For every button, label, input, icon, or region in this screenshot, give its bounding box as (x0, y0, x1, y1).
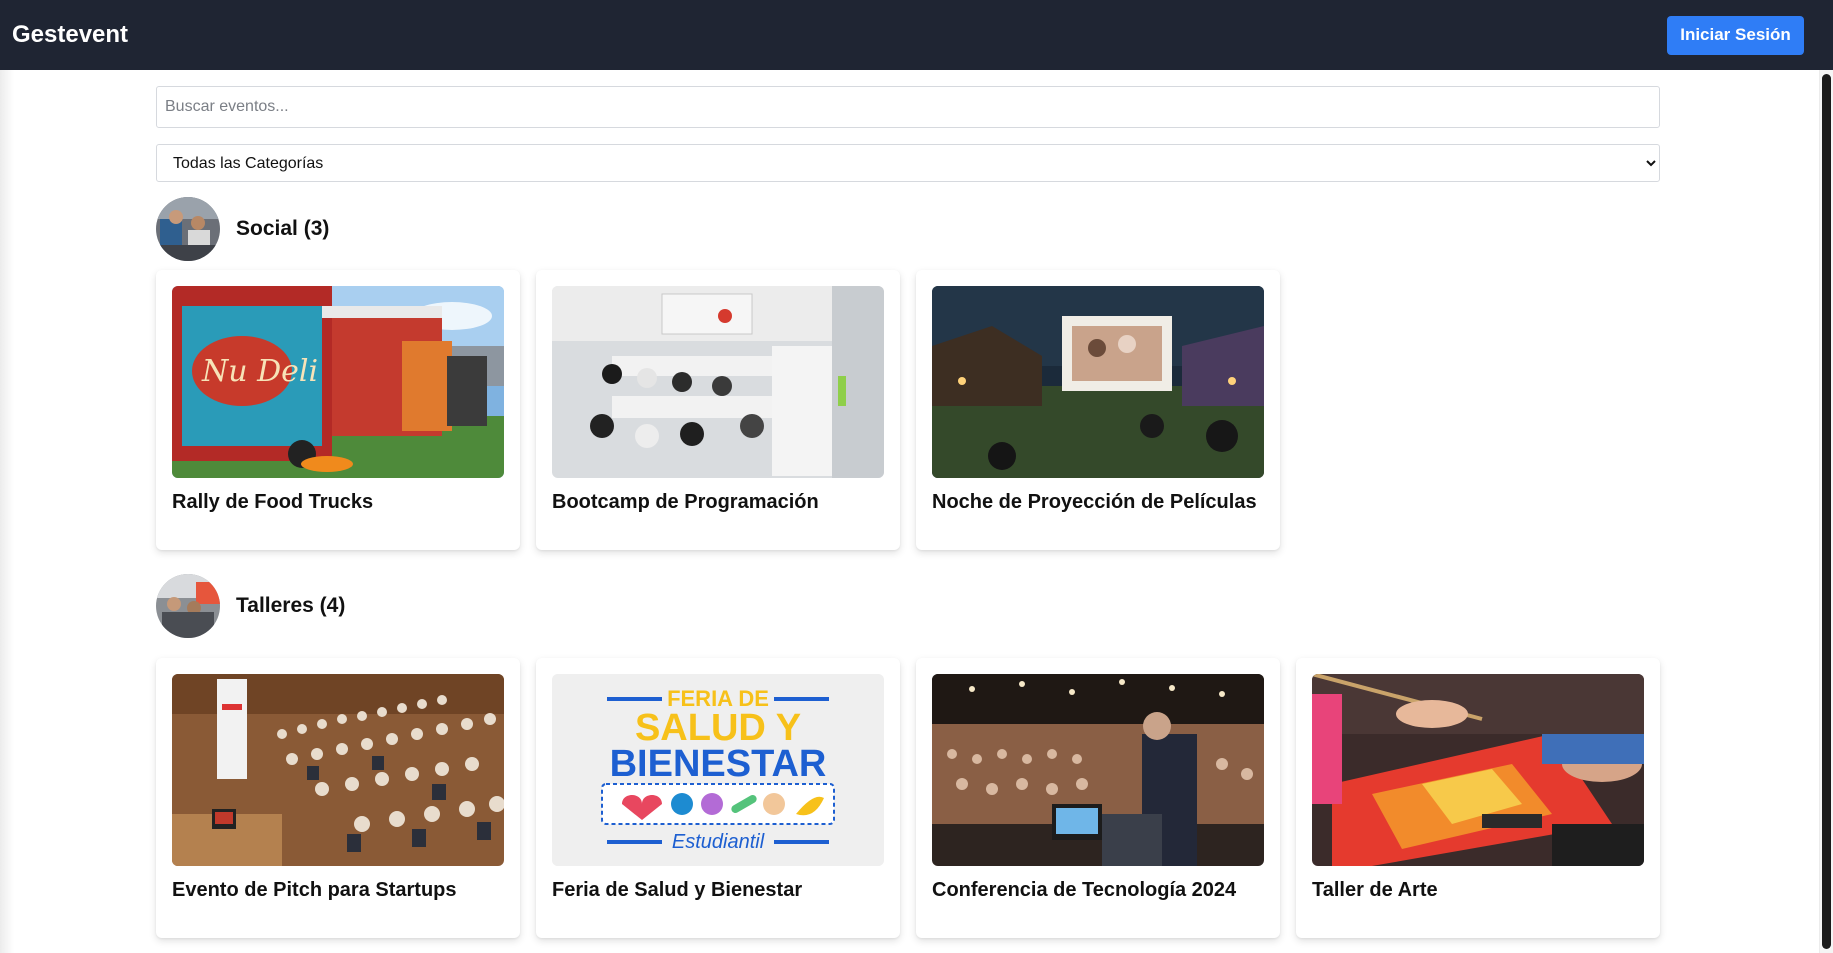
category-title: Talleres (4) (236, 594, 346, 617)
search-input[interactable] (156, 86, 1660, 128)
event-card[interactable]: Noche de Proyección de Películas (916, 270, 1280, 550)
event-card[interactable]: Evento de Pitch para Startups (156, 658, 520, 938)
category-select[interactable]: Todas las Categorías (156, 144, 1660, 182)
event-card[interactable]: Nu Deli Rally de Food Trucks (156, 270, 520, 550)
category-title: Social (3) (236, 217, 330, 240)
conference-image (932, 674, 1264, 866)
food-truck-image: Nu Deli (172, 286, 504, 478)
main-content: Todas las Categorías Social (3) (156, 86, 1660, 938)
category-avatar (156, 197, 220, 261)
event-card[interactable]: Conferencia de Tecnología 2024 (916, 658, 1280, 938)
svg-text:Nu Deli: Nu Deli (201, 354, 318, 389)
event-title: Conferencia de Tecnología 2024 (932, 879, 1237, 901)
poster-line-3: BIENESTAR (610, 743, 827, 785)
left-edge-shadow (0, 70, 14, 953)
brand-logo[interactable]: Gestevent (12, 21, 128, 49)
page-scrollbar[interactable] (1819, 70, 1833, 953)
category-header: Social (3) (156, 197, 1660, 261)
category-section-talleres: Talleres (4) Evento de Pitch para Startu… (156, 574, 1660, 938)
category-section-social: Social (3) Nu Deli Rally de Food Trucks … (156, 197, 1660, 550)
poster-line-4: Estudiantil (672, 831, 765, 853)
movie-night-image (932, 286, 1264, 478)
scrollbar-thumb[interactable] (1822, 74, 1831, 949)
category-avatar (156, 574, 220, 638)
event-title: Noche de Proyección de Películas (932, 491, 1257, 513)
health-fair-poster-image: FERIA DE SALUD Y BIENESTAR Estudiantil (552, 674, 884, 866)
event-title: Feria de Salud y Bienestar (552, 879, 803, 901)
event-title: Evento de Pitch para Startups (172, 879, 457, 901)
event-title: Bootcamp de Programación (552, 491, 819, 513)
event-card[interactable]: Bootcamp de Programación (536, 270, 900, 550)
event-card[interactable]: Taller de Arte (1296, 658, 1660, 938)
event-title: Taller de Arte (1312, 879, 1438, 901)
event-card[interactable]: FERIA DE SALUD Y BIENESTAR Estudiantil F… (536, 658, 900, 938)
art-workshop-image (1312, 674, 1644, 866)
event-card-row: Evento de Pitch para Startups FERIA DE S… (156, 658, 1660, 938)
top-navbar: Gestevent Iniciar Sesión (0, 0, 1833, 70)
pitch-event-image (172, 674, 504, 866)
event-title: Rally de Food Trucks (172, 491, 374, 513)
login-button[interactable]: Iniciar Sesión (1667, 15, 1804, 55)
classroom-image (552, 286, 884, 478)
category-header: Talleres (4) (156, 574, 1660, 638)
event-card-row: Nu Deli Rally de Food Trucks Bootcamp de… (156, 270, 1660, 550)
